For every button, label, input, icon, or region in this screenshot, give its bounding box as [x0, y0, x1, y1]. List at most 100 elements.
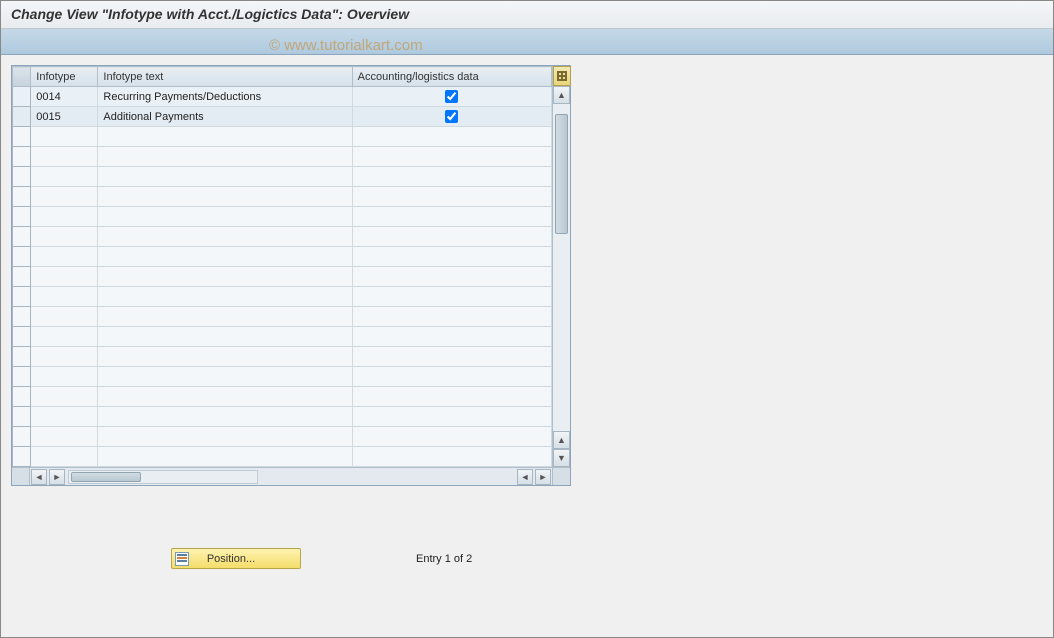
column-header-infotype-text[interactable]: Infotype text: [98, 67, 352, 87]
cell-infotype[interactable]: [31, 187, 98, 207]
cell-infotype-text[interactable]: Additional Payments: [98, 107, 352, 127]
accounting-checkbox[interactable]: [445, 90, 458, 103]
table-row[interactable]: [13, 227, 552, 247]
cell-infotype-text[interactable]: [98, 227, 352, 247]
table-row[interactable]: [13, 447, 552, 467]
cell-infotype-text[interactable]: [98, 287, 352, 307]
cell-accounting[interactable]: [352, 447, 551, 467]
cell-accounting[interactable]: [352, 107, 551, 127]
table-settings-button[interactable]: [553, 66, 571, 86]
table-row[interactable]: [13, 247, 552, 267]
scroll-down-step-button[interactable]: ▲: [553, 431, 570, 449]
cell-infotype[interactable]: [31, 247, 98, 267]
cell-infotype[interactable]: [31, 127, 98, 147]
row-selector[interactable]: [13, 147, 31, 167]
h-scroll-thumb-1[interactable]: [71, 472, 141, 482]
cell-accounting[interactable]: [352, 307, 551, 327]
cell-infotype[interactable]: [31, 347, 98, 367]
row-selector[interactable]: [13, 447, 31, 467]
cell-infotype-text[interactable]: [98, 167, 352, 187]
scroll-up-button[interactable]: ▲: [553, 86, 570, 104]
cell-infotype-text[interactable]: [98, 207, 352, 227]
cell-accounting[interactable]: [352, 127, 551, 147]
scroll-thumb-vertical[interactable]: [555, 114, 568, 234]
cell-accounting[interactable]: [352, 347, 551, 367]
cell-infotype[interactable]: [31, 367, 98, 387]
cell-infotype-text[interactable]: Recurring Payments/Deductions: [98, 87, 352, 107]
cell-accounting[interactable]: [352, 247, 551, 267]
row-selector[interactable]: [13, 87, 31, 107]
cell-infotype[interactable]: [31, 167, 98, 187]
row-selector[interactable]: [13, 127, 31, 147]
table-row[interactable]: [13, 347, 552, 367]
cell-accounting[interactable]: [352, 227, 551, 247]
row-selector[interactable]: [13, 307, 31, 327]
h-scroll-track-1[interactable]: [68, 470, 258, 484]
table-row[interactable]: [13, 267, 552, 287]
cell-accounting[interactable]: [352, 427, 551, 447]
scroll-down-button[interactable]: ▼: [553, 449, 570, 467]
h-scroll-left-button-1[interactable]: ◄: [31, 469, 47, 485]
scroll-track-vertical[interactable]: [553, 104, 570, 431]
cell-infotype[interactable]: 0015: [31, 107, 98, 127]
table-row[interactable]: [13, 207, 552, 227]
row-selector[interactable]: [13, 107, 31, 127]
cell-accounting[interactable]: [352, 407, 551, 427]
vertical-scrollbar[interactable]: ▲ ▲ ▼: [552, 66, 570, 467]
row-selector[interactable]: [13, 407, 31, 427]
cell-infotype[interactable]: [31, 327, 98, 347]
table-row[interactable]: [13, 427, 552, 447]
cell-infotype[interactable]: [31, 227, 98, 247]
cell-accounting[interactable]: [352, 327, 551, 347]
table-row[interactable]: [13, 327, 552, 347]
table-row[interactable]: [13, 167, 552, 187]
h-scroll-right-button-2[interactable]: ►: [535, 469, 551, 485]
row-selector[interactable]: [13, 367, 31, 387]
cell-infotype-text[interactable]: [98, 387, 352, 407]
row-selector[interactable]: [13, 347, 31, 367]
h-scroll-left-button-2[interactable]: ◄: [517, 469, 533, 485]
row-selector[interactable]: [13, 227, 31, 247]
cell-accounting[interactable]: [352, 87, 551, 107]
table-row[interactable]: [13, 387, 552, 407]
cell-accounting[interactable]: [352, 147, 551, 167]
row-selector[interactable]: [13, 387, 31, 407]
cell-infotype-text[interactable]: [98, 447, 352, 467]
row-selector[interactable]: [13, 287, 31, 307]
table-row[interactable]: [13, 307, 552, 327]
cell-infotype-text[interactable]: [98, 187, 352, 207]
table-row[interactable]: [13, 407, 552, 427]
table-row[interactable]: [13, 127, 552, 147]
cell-infotype[interactable]: [31, 447, 98, 467]
row-selector[interactable]: [13, 267, 31, 287]
row-selector[interactable]: [13, 327, 31, 347]
accounting-checkbox[interactable]: [445, 110, 458, 123]
cell-accounting[interactable]: [352, 167, 551, 187]
cell-infotype-text[interactable]: [98, 347, 352, 367]
column-header-accounting[interactable]: Accounting/logistics data: [352, 67, 551, 87]
row-selector[interactable]: [13, 427, 31, 447]
row-selector[interactable]: [13, 247, 31, 267]
cell-accounting[interactable]: [352, 267, 551, 287]
cell-infotype[interactable]: [31, 407, 98, 427]
cell-infotype[interactable]: [31, 387, 98, 407]
cell-infotype[interactable]: 0014: [31, 87, 98, 107]
cell-infotype[interactable]: [31, 307, 98, 327]
row-selector-header[interactable]: [13, 67, 31, 87]
table-row[interactable]: [13, 187, 552, 207]
table-row[interactable]: 0014Recurring Payments/Deductions: [13, 87, 552, 107]
cell-infotype-text[interactable]: [98, 407, 352, 427]
table-row[interactable]: [13, 147, 552, 167]
horizontal-scrollbar[interactable]: ◄ ► ◄ ►: [12, 467, 570, 485]
cell-infotype-text[interactable]: [98, 427, 352, 447]
cell-infotype-text[interactable]: [98, 247, 352, 267]
cell-infotype-text[interactable]: [98, 327, 352, 347]
cell-infotype-text[interactable]: [98, 147, 352, 167]
cell-infotype-text[interactable]: [98, 127, 352, 147]
cell-infotype-text[interactable]: [98, 367, 352, 387]
cell-accounting[interactable]: [352, 187, 551, 207]
cell-accounting[interactable]: [352, 207, 551, 227]
cell-infotype[interactable]: [31, 287, 98, 307]
cell-infotype[interactable]: [31, 427, 98, 447]
table-row[interactable]: [13, 367, 552, 387]
